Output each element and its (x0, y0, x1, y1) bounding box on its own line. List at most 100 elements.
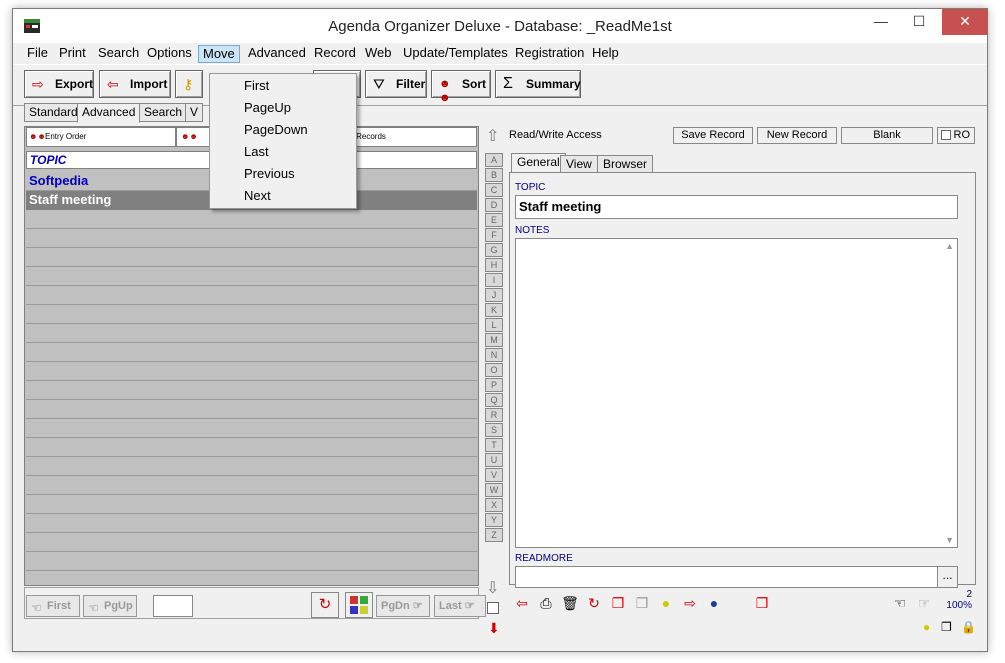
letter-button-h[interactable]: H (485, 258, 503, 272)
window-title: Agenda Organizer Deluxe - Database: _Rea… (328, 18, 672, 35)
key-button[interactable]: ⚷ (175, 70, 203, 98)
paste-record-icon[interactable]: ❐ (631, 592, 653, 614)
arrow-down-icon[interactable]: ⇩ (486, 578, 499, 598)
import-record-icon[interactable]: ⇨ (679, 592, 701, 614)
tab-view[interactable]: View (560, 155, 598, 173)
menu-print[interactable]: Print (55, 45, 90, 63)
hand-left-icon[interactable]: ☜ (889, 592, 911, 614)
pgup-button[interactable]: ☜ PgUp (83, 595, 137, 617)
letter-button-s[interactable]: S (485, 423, 503, 437)
letter-button-c[interactable]: C (485, 183, 503, 197)
trash-icon[interactable]: 🗑 (559, 592, 581, 614)
menu-item-previous[interactable]: Previous (244, 166, 295, 181)
menu-search[interactable]: Search (94, 45, 143, 63)
lightbulb-icon[interactable]: ● (655, 592, 677, 614)
refresh-icon[interactable]: ↻ (311, 592, 339, 618)
menu-help[interactable]: Help (588, 45, 623, 63)
blank-button[interactable]: Blank (841, 127, 933, 144)
letter-button-l[interactable]: L (485, 318, 503, 332)
letter-button-p[interactable]: P (485, 378, 503, 392)
letter-button-t[interactable]: T (485, 438, 503, 452)
entry-order-header[interactable]: ☻☻ Entry Order (26, 127, 176, 147)
lightbulb-icon[interactable]: ● (923, 620, 930, 634)
down-arrow-icon[interactable]: ⬇ (488, 620, 500, 637)
menu-item-pageup[interactable]: PageUp (244, 100, 291, 115)
letter-button-k[interactable]: K (485, 303, 503, 317)
letter-button-g[interactable]: G (485, 243, 503, 257)
save-record-button[interactable]: Save Record (673, 127, 753, 144)
letter-button-j[interactable]: J (485, 288, 503, 302)
scroll-down-icon[interactable]: ▼ (945, 535, 954, 545)
menu-advanced[interactable]: Advanced (244, 45, 310, 63)
menu-record[interactable]: Record (310, 45, 360, 63)
print-icon[interactable]: ⎙ (535, 592, 557, 614)
menu-file[interactable]: File (23, 45, 52, 63)
tab-v[interactable]: V (185, 103, 204, 122)
export-button[interactable]: ⇨ Export (24, 70, 94, 98)
tab-standard[interactable]: Standard (24, 103, 83, 122)
scroll-up-icon[interactable]: ▲ (945, 241, 954, 251)
page-input[interactable] (153, 595, 193, 617)
letter-button-b[interactable]: B (485, 168, 503, 182)
pages-icon[interactable]: ❐ (941, 620, 952, 634)
tab-advanced[interactable]: Advanced (77, 103, 141, 123)
new-record-button[interactable]: New Record (757, 127, 837, 144)
letter-button-m[interactable]: M (485, 333, 503, 347)
letter-button-z[interactable]: Z (485, 528, 503, 542)
letter-button-o[interactable]: O (485, 363, 503, 377)
summary-button[interactable]: Σ Summary (495, 70, 581, 98)
tab-general[interactable]: General (511, 153, 566, 173)
menu-web[interactable]: Web (361, 45, 396, 63)
topic-field[interactable]: Staff meeting (515, 195, 958, 219)
menu-options[interactable]: Options (143, 45, 196, 63)
letter-button-n[interactable]: N (485, 348, 503, 362)
menu-move[interactable]: Move (198, 45, 240, 63)
letter-button-v[interactable]: V (485, 468, 503, 482)
ro-toggle[interactable]: RO (937, 127, 975, 144)
letter-button-r[interactable]: R (485, 408, 503, 422)
letter-button-w[interactable]: W (485, 483, 503, 497)
pgdn-button[interactable]: PgDn ☞ (376, 595, 430, 617)
letter-button-y[interactable]: Y (485, 513, 503, 527)
notes-field[interactable]: ▲ ▼ (515, 238, 958, 548)
close-button[interactable]: ✕ (942, 9, 988, 35)
ro-checkbox[interactable] (941, 130, 951, 140)
letter-button-d[interactable]: D (485, 198, 503, 212)
arrow-up-icon[interactable]: ⇧ (486, 126, 499, 146)
last-button[interactable]: Last ☞ (434, 595, 486, 617)
refresh-icon[interactable]: ↻ (583, 592, 605, 614)
menu-update-templates[interactable]: Update/Templates (399, 45, 512, 63)
duplicate-icon[interactable]: ❐ (751, 592, 773, 614)
filter-button[interactable]: ⛛ Filter (365, 70, 427, 98)
maximize-button[interactable]: ☐ (901, 9, 937, 35)
back-arrow-icon[interactable]: ⇦ (511, 592, 533, 614)
menu-item-last[interactable]: Last (244, 144, 269, 159)
menu-item-pagedown[interactable]: PageDown (244, 122, 308, 137)
tab-search[interactable]: Search (139, 103, 188, 122)
letter-button-q[interactable]: Q (485, 393, 503, 407)
letter-button-f[interactable]: F (485, 228, 503, 242)
minimize-button[interactable]: — (863, 9, 899, 35)
alpha-checkbox[interactable] (487, 602, 499, 614)
readmore-browse-button[interactable]: ... (937, 567, 957, 587)
sort-button[interactable]: ☻☻ Sort (431, 70, 491, 104)
copy-record-icon[interactable]: ❐ (607, 592, 629, 614)
import-button[interactable]: ⇦ Import (99, 70, 171, 98)
menu-registration[interactable]: Registration (511, 45, 588, 63)
letter-button-u[interactable]: U (485, 453, 503, 467)
tab-browser[interactable]: Browser (597, 155, 654, 173)
menu-item-next[interactable]: Next (244, 188, 271, 203)
hand-right-icon[interactable]: ☞ (913, 592, 935, 614)
import-icon: ⇦ (107, 76, 119, 92)
first-button[interactable]: ☜ First (26, 595, 80, 617)
letter-button-e[interactable]: E (485, 213, 503, 227)
readmore-field[interactable]: ... (515, 566, 958, 588)
letter-button-a[interactable]: A (485, 153, 503, 167)
globe-icon[interactable]: ● (703, 592, 725, 614)
lock-icon[interactable]: 🔒 (961, 620, 976, 634)
menu-item-first[interactable]: First (244, 78, 269, 93)
sort-label: Sort (462, 77, 486, 91)
letter-button-i[interactable]: I (485, 273, 503, 287)
letter-button-x[interactable]: X (485, 498, 503, 512)
abc-grid-icon[interactable] (345, 592, 373, 618)
